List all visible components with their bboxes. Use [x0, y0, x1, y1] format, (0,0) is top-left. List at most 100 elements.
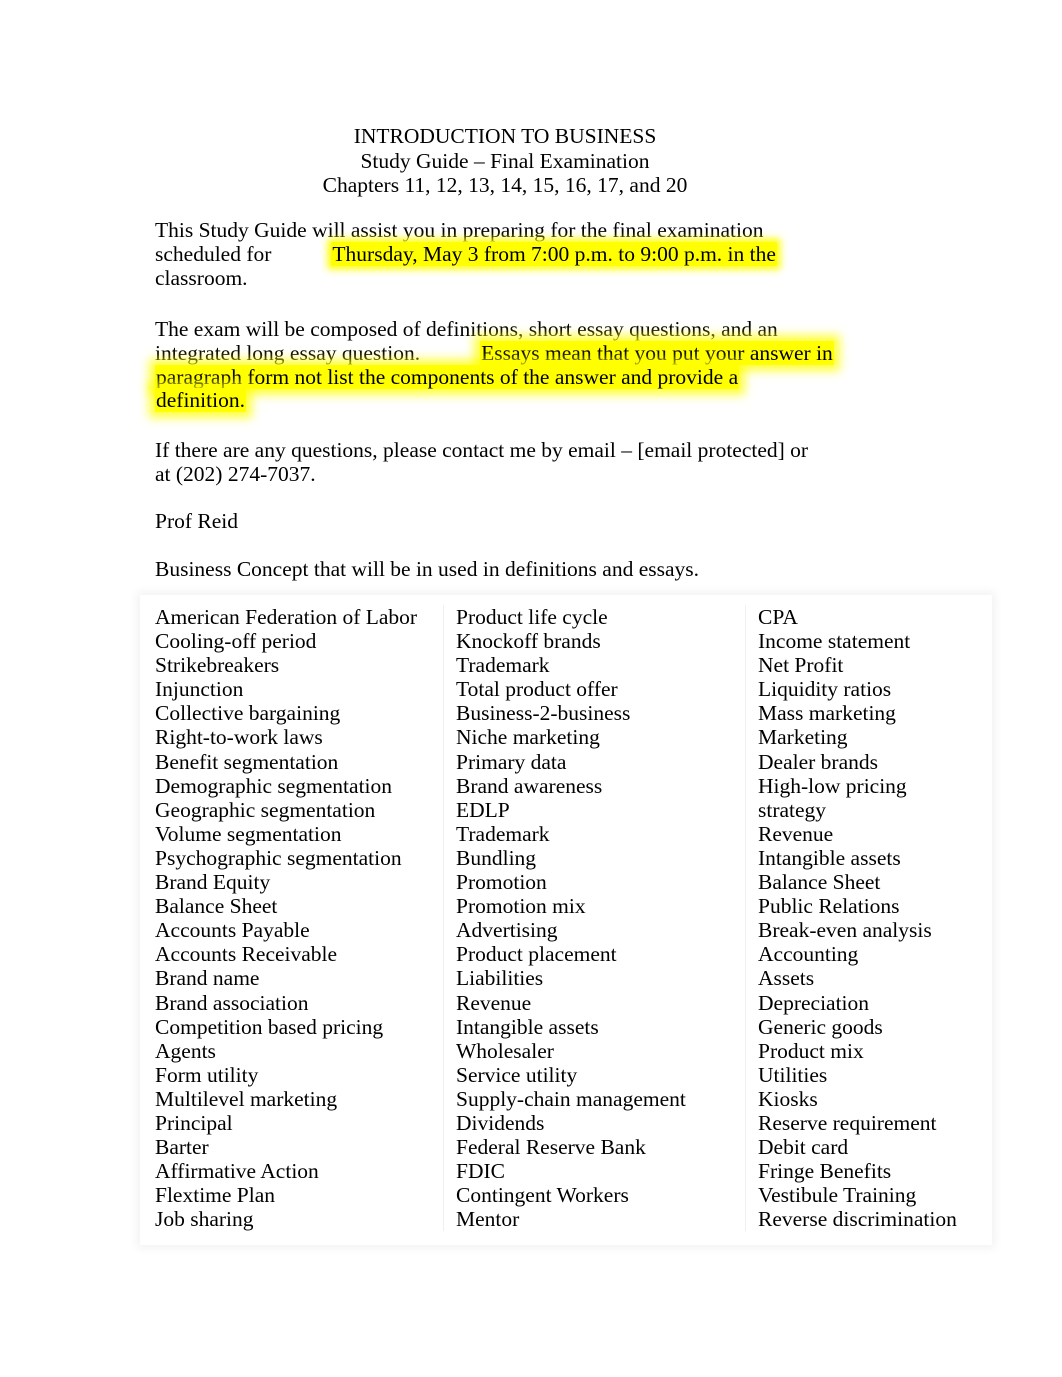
- essay-instruction-highlight-3: definition.: [155, 388, 246, 413]
- concepts-column-3: CPA Income statement Net Profit Liquidity r…: [745, 605, 992, 1232]
- concept-term: Brand association: [155, 990, 309, 1015]
- concept-term: Liabilities: [456, 966, 544, 991]
- concept-term: Fringe Benefits: [758, 1159, 892, 1184]
- exam-line-2-prefix: integrated long essay question.: [155, 340, 421, 365]
- concept-term: Affirmative Action: [155, 1159, 319, 1184]
- concept-term: Brand Equity: [155, 870, 271, 895]
- concept-term: Advertising: [456, 918, 558, 943]
- concept-term: Trademark: [456, 821, 550, 846]
- concept-term: Barter: [155, 1135, 209, 1160]
- concept-term: Brand name: [155, 966, 260, 991]
- concept-term: Balance Sheet: [155, 894, 278, 919]
- document-subtitle: Study Guide – Final Examination: [360, 148, 650, 173]
- concept-term: Intangible assets: [758, 845, 901, 870]
- concept-term: Service utility: [456, 1062, 578, 1087]
- concept-term: Injunction: [155, 677, 244, 702]
- concept-term: Federal Reserve Bank: [456, 1135, 646, 1160]
- concept-term: Business-2-business: [456, 701, 631, 726]
- concept-term: Strikebreakers: [155, 653, 280, 678]
- concept-term: Utilities: [758, 1062, 828, 1087]
- document-page: INTRODUCTION TO BUSINESS Study Guide – F…: [0, 0, 1062, 1377]
- intro-line-2-prefix: scheduled for: [155, 241, 272, 266]
- concept-term: Wholesaler: [456, 1038, 554, 1063]
- concept-term: Knockoff brands: [456, 629, 601, 654]
- concept-term: Trademark: [456, 653, 550, 678]
- concept-term: Intangible assets: [456, 1014, 599, 1039]
- concept-term: Demographic segmentation: [155, 773, 393, 798]
- concept-term: Revenue: [758, 821, 834, 846]
- concept-term: Flextime Plan: [155, 1183, 276, 1208]
- concept-term: Generic goods: [758, 1014, 883, 1039]
- concept-term: Collective bargaining: [155, 701, 341, 726]
- concept-term: Kiosks: [758, 1086, 818, 1111]
- concept-term: American Federation of Labor: [155, 605, 418, 629]
- concept-term: Accounts Receivable: [155, 942, 338, 967]
- concept-term: Geographic segmentation: [155, 797, 376, 822]
- concept-term: Agents: [155, 1038, 216, 1063]
- exam-line-2: integrated long essay question. Essays me…: [155, 340, 945, 366]
- exam-datetime-highlight: Thursday, May 3 from 7:00 p.m. to 9:00 p…: [331, 241, 777, 266]
- concept-term: Accounting: [758, 942, 859, 967]
- concept-term: Promotion: [456, 870, 547, 895]
- concept-term: Benefit segmentation: [155, 749, 339, 774]
- concept-term: Contingent Workers: [456, 1183, 629, 1208]
- document-title: INTRODUCTION TO BUSINESS: [353, 124, 657, 148]
- concept-term: Multilevel marketing: [155, 1086, 338, 1111]
- concept-term: EDLP: [456, 797, 510, 822]
- concept-term: Volume segmentation: [155, 821, 342, 846]
- contact-line-1: If there are any questions, please conta…: [155, 438, 809, 462]
- concept-term: Product placement: [456, 942, 617, 967]
- concept-term: Mentor: [456, 1207, 520, 1232]
- exam-paragraph: The exam will be composed of definitions…: [155, 317, 945, 413]
- exam-line-3: paragraph form not list the components o…: [155, 364, 945, 390]
- concept-term: Primary data: [456, 749, 567, 774]
- concept-term: Niche marketing: [456, 725, 600, 750]
- exam-line-4: definition.: [155, 388, 945, 413]
- concept-term: Accounts Payable: [155, 918, 310, 943]
- concepts-intro-line: Business Concept that will be in used in…: [155, 557, 700, 581]
- concept-term: Mass marketing: [758, 701, 896, 726]
- essay-instruction-highlight-2: paragraph form not list the components o…: [155, 364, 740, 389]
- concept-term: Vestibule Training: [758, 1183, 917, 1208]
- concept-term: Form utility: [155, 1062, 259, 1087]
- concepts-column-1: American Federation of Labor Cooling-off …: [140, 605, 443, 1231]
- concept-term: Right-to-work laws: [155, 725, 323, 750]
- concept-term: Net Profit: [758, 653, 844, 678]
- concept-term: Break-even analysis: [758, 918, 932, 943]
- concept-term: Competition based pricing: [155, 1014, 384, 1039]
- concept-term: Job sharing: [155, 1207, 254, 1232]
- intro-paragraph: This Study Guide will assist you in prep…: [155, 218, 945, 290]
- concept-term: Public Relations: [758, 894, 900, 919]
- intro-line-1: This Study Guide will assist you in prep…: [155, 218, 764, 242]
- essay-instruction-highlight-1: Essays mean that you put your answer in: [480, 340, 834, 365]
- concept-term: Brand awareness: [456, 773, 603, 798]
- signature-line: Prof Reid: [155, 509, 239, 533]
- concept-term: Principal: [155, 1110, 233, 1135]
- concept-term: Depreciation: [758, 990, 870, 1015]
- concept-term: Bundling: [456, 845, 537, 870]
- exam-line-1: The exam will be composed of definitions…: [155, 317, 778, 341]
- concept-term: Debit card: [758, 1135, 849, 1160]
- contact-paragraph: If there are any questions, please conta…: [155, 438, 945, 487]
- concept-term: Dividends: [456, 1110, 545, 1135]
- contact-line-2: at (202) 274-7037.: [155, 461, 316, 486]
- concept-term: Reverse discrimination: [758, 1207, 957, 1232]
- document-heading: INTRODUCTION TO BUSINESS Study Guide – F…: [155, 124, 855, 198]
- concept-term: Total product offer: [456, 677, 618, 702]
- concept-term: Product life cycle: [456, 605, 608, 629]
- concept-term: Income statement: [758, 629, 911, 654]
- concept-term: Marketing: [758, 725, 848, 750]
- concept-term: Revenue: [456, 990, 532, 1015]
- concept-term: strategy: [758, 797, 827, 822]
- intro-line-3: classroom.: [155, 265, 248, 290]
- concept-term: CPA: [758, 605, 798, 629]
- concept-term: Balance Sheet: [758, 870, 881, 895]
- document-chapters: Chapters 11, 12, 13, 14, 15, 16, 17, and…: [322, 173, 688, 198]
- concept-term: Reserve requirement: [758, 1110, 937, 1135]
- concept-term: Cooling-off period: [155, 629, 317, 654]
- concept-term: Liquidity ratios: [758, 677, 892, 702]
- concept-term: Supply-chain management: [456, 1086, 686, 1111]
- concept-term: Promotion mix: [456, 894, 586, 919]
- business-concepts-table: American Federation of Labor Cooling-off …: [140, 595, 992, 1246]
- concept-term: Assets: [758, 966, 815, 991]
